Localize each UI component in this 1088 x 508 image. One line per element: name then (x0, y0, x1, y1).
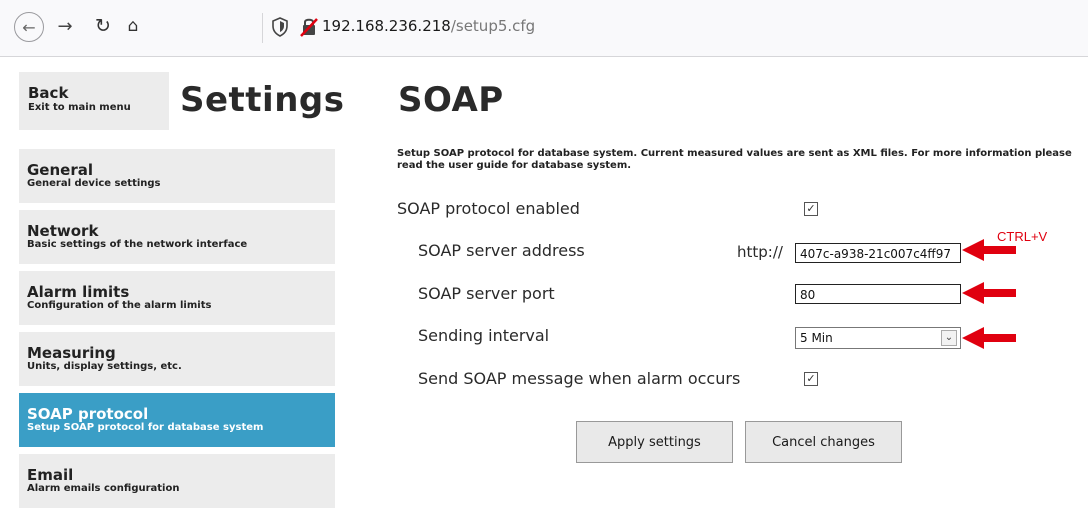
alarm-message-checkbox[interactable]: ✓ (804, 372, 818, 386)
home-icon[interactable]: ⌂ (120, 12, 146, 40)
menu-item-measuring[interactable]: Measuring Units, display settings, etc. (19, 332, 335, 386)
shield-icon[interactable] (272, 17, 288, 37)
red-arrow-icon (962, 282, 1016, 304)
alarm-message-label: Send SOAP message when alarm occurs (418, 369, 741, 388)
url-text[interactable]: 192.168.236.218/setup5.cfg (322, 17, 535, 35)
menu-item-general[interactable]: General General device settings (19, 149, 335, 203)
menu-item-subtitle: Units, display settings, etc. (27, 361, 182, 372)
menu-item-email[interactable]: Email Alarm emails configuration (19, 454, 335, 508)
menu-item-subtitle: Alarm emails configuration (27, 483, 180, 494)
server-address-input[interactable]: 407c-a938-21c007c4ff97 (795, 243, 961, 263)
server-address-prefix: http:// (737, 243, 783, 261)
menu-item-subtitle: Basic settings of the network interface (27, 239, 248, 250)
back-button-title: Back (28, 84, 69, 102)
menu-item-title: Alarm limits (27, 283, 130, 301)
soap-enabled-label: SOAP protocol enabled (397, 199, 580, 218)
server-address-label: SOAP server address (418, 241, 585, 260)
menu-item-subtitle: Setup SOAP protocol for database system (27, 422, 264, 433)
sending-interval-select[interactable]: 5 Min ⌄ (795, 327, 961, 349)
menu-item-subtitle: General device settings (27, 178, 161, 189)
page-title: SOAP (398, 80, 504, 120)
menu-item-title: SOAP protocol (27, 405, 149, 423)
back-button-subtitle: Exit to main menu (28, 102, 131, 113)
insecure-lock-icon[interactable] (300, 17, 318, 37)
soap-enabled-checkbox[interactable]: ✓ (804, 202, 818, 216)
back-arrow-icon[interactable]: ← (14, 12, 44, 42)
menu-item-subtitle: Configuration of the alarm limits (27, 300, 212, 311)
red-arrow-icon (962, 327, 1016, 349)
page-description: Setup SOAP protocol for database system.… (397, 148, 1072, 171)
menu-item-title: Measuring (27, 344, 116, 362)
menu-item-network[interactable]: Network Basic settings of the network in… (19, 210, 335, 264)
settings-heading: Settings (180, 80, 345, 120)
apply-settings-button[interactable]: Apply settings (576, 421, 733, 463)
forward-arrow-icon[interactable]: → (52, 12, 78, 40)
cancel-changes-button[interactable]: Cancel changes (745, 421, 902, 463)
menu-item-soap-protocol[interactable]: SOAP protocol Setup SOAP protocol for da… (19, 393, 335, 447)
server-port-label: SOAP server port (418, 284, 555, 303)
chevron-down-icon[interactable]: ⌄ (941, 330, 957, 346)
url-path: /setup5.cfg (450, 17, 536, 35)
back-button[interactable]: Back Exit to main menu (19, 72, 169, 130)
menu-item-title: General (27, 161, 93, 179)
browser-toolbar: ← → ↻ ⌂ 192.168.236.218/setup5.cfg (0, 0, 1088, 57)
sending-interval-label: Sending interval (418, 326, 550, 345)
server-port-input[interactable]: 80 (795, 284, 961, 304)
sending-interval-value: 5 Min (800, 331, 833, 345)
menu-item-title: Email (27, 466, 74, 484)
red-arrow-icon (962, 239, 1016, 261)
menu-item-title: Network (27, 222, 99, 240)
url-host: 192.168.236.218 (322, 17, 451, 35)
menu-item-alarm-limits[interactable]: Alarm limits Configuration of the alarm … (19, 271, 335, 325)
reload-icon[interactable]: ↻ (90, 12, 116, 40)
